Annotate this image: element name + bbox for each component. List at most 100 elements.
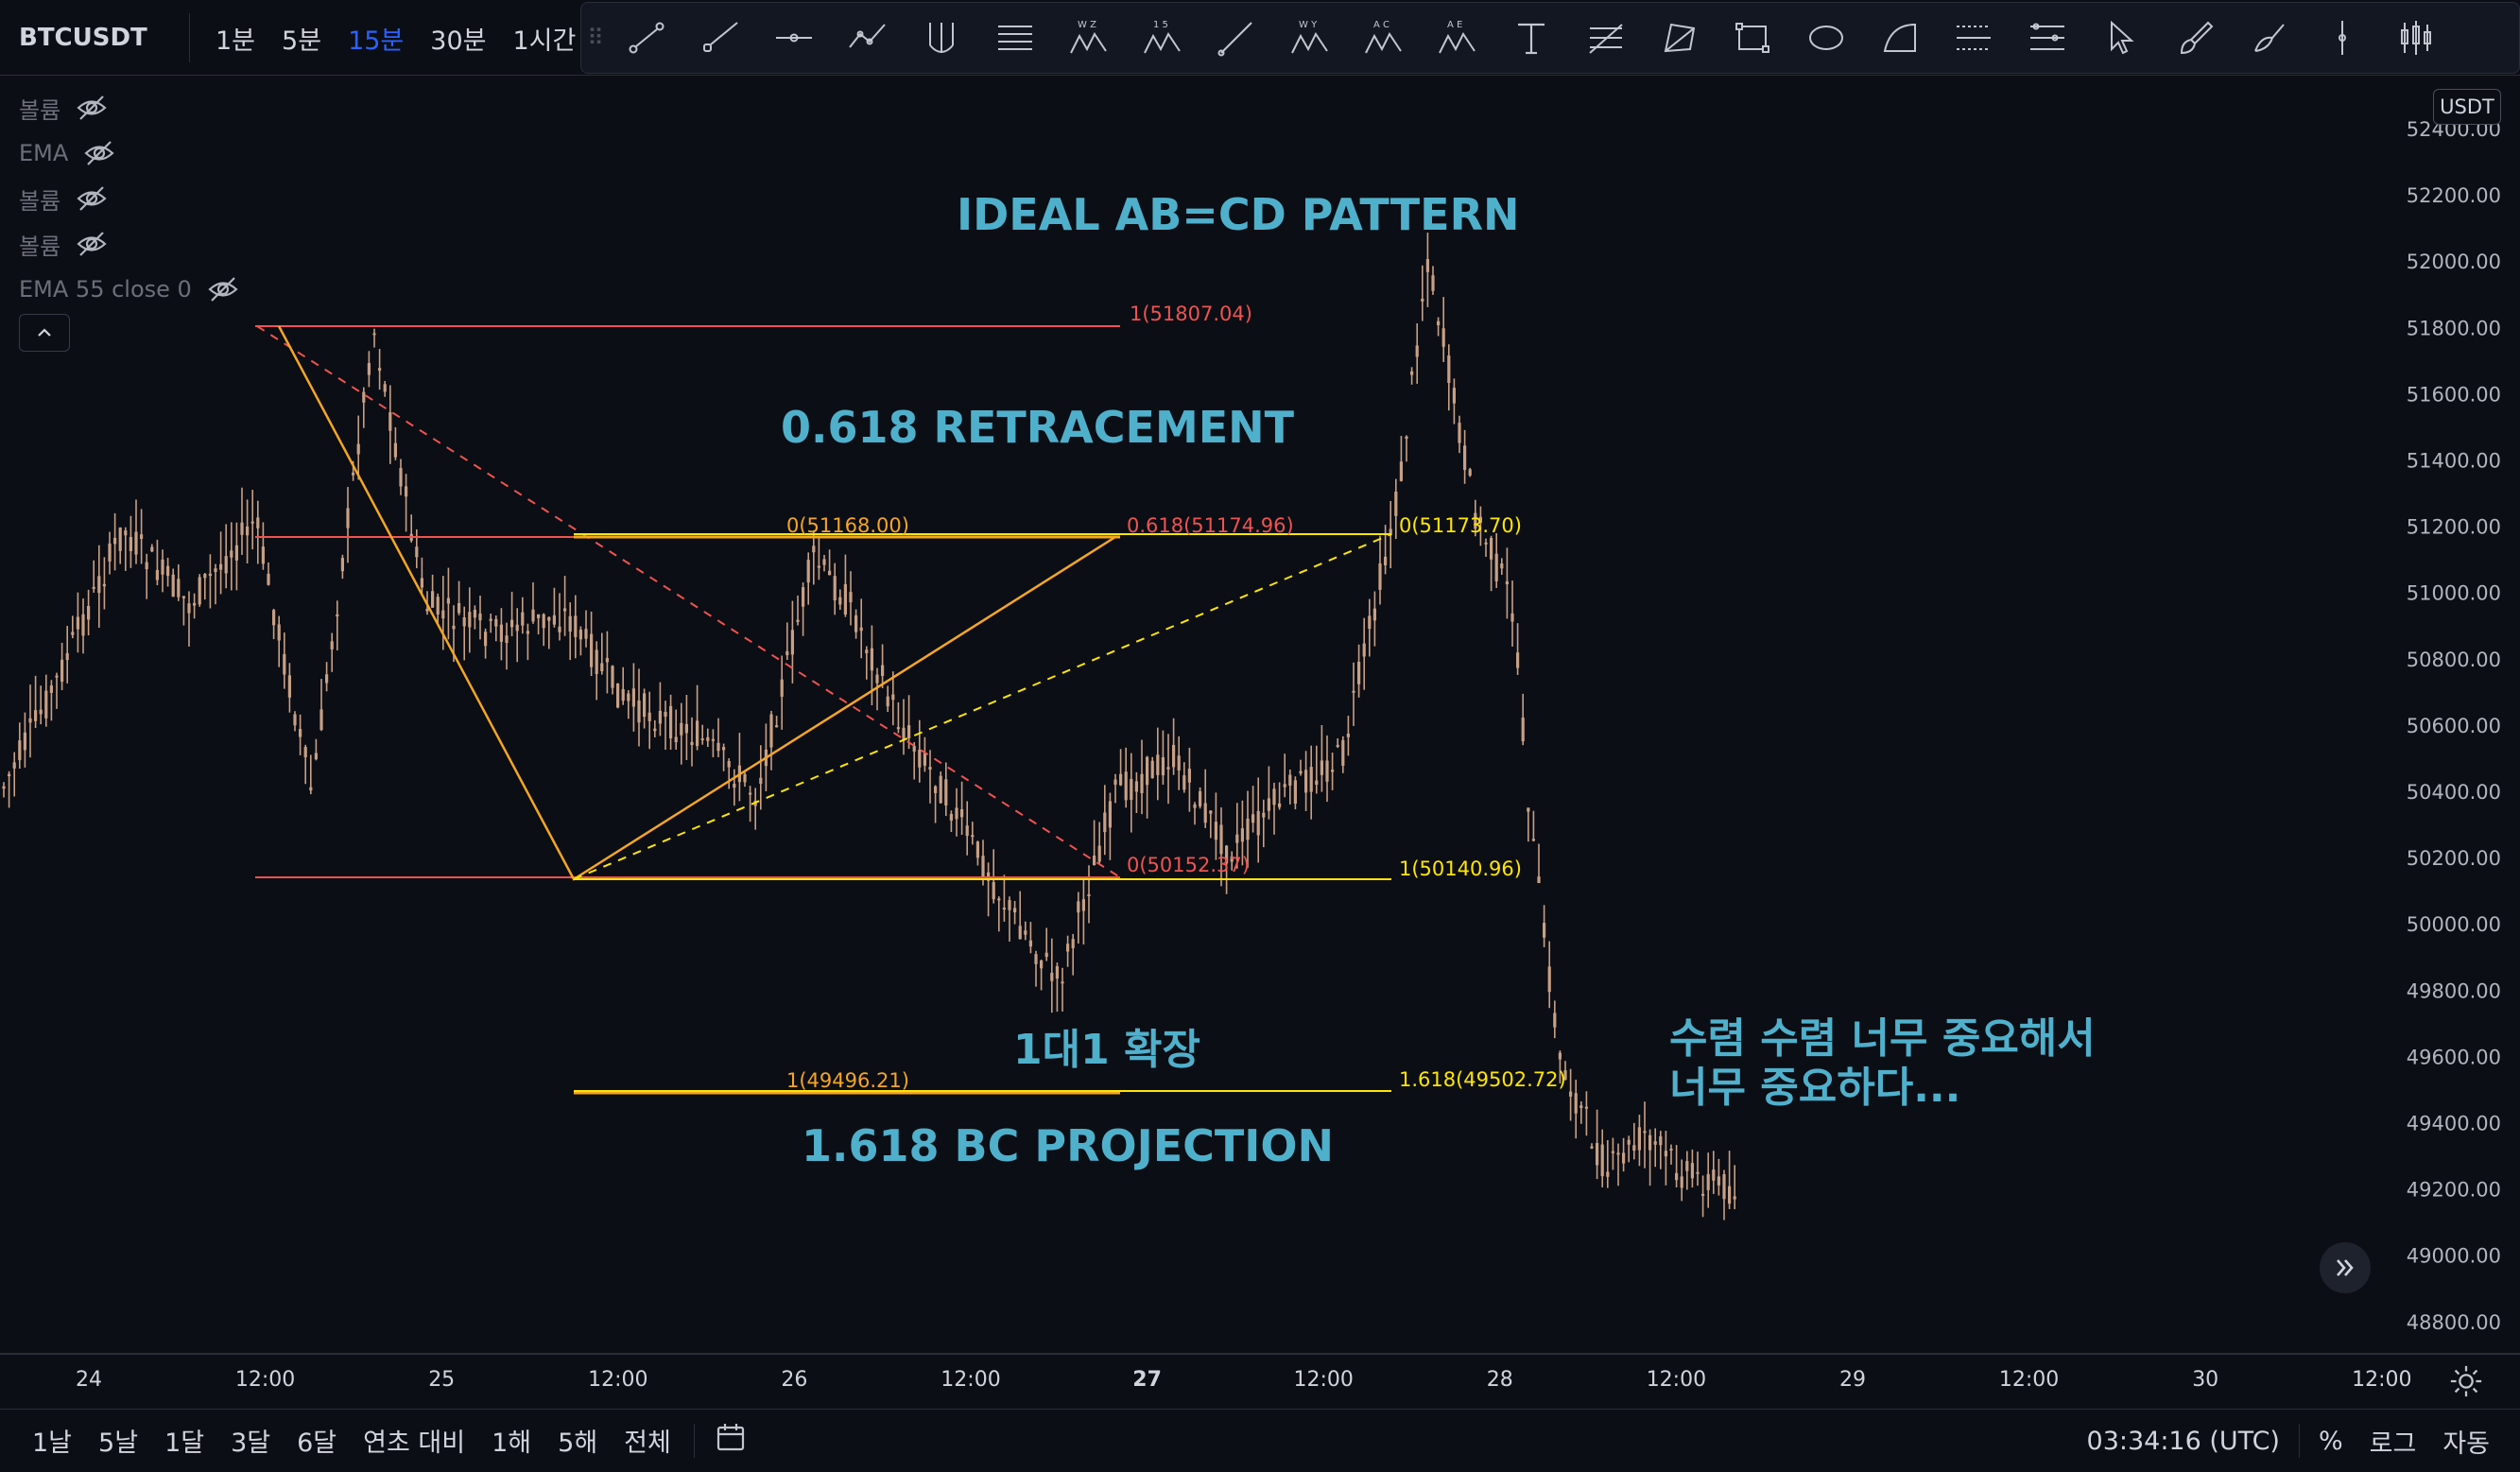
legend-collapse-button[interactable] [19, 314, 70, 352]
date-range-tab[interactable]: 1날 [19, 1422, 85, 1459]
text-tool[interactable] [1494, 2, 1568, 74]
candle-body [1150, 760, 1154, 779]
eye-hidden-icon[interactable] [76, 182, 108, 215]
candle-body [1637, 1127, 1641, 1151]
vertical-line-icon [2339, 21, 2346, 55]
currency-unit-badge[interactable]: USDT [2433, 89, 2501, 125]
candle-body [399, 467, 403, 487]
fib-channel-tool[interactable] [2011, 2, 2084, 74]
gear-icon[interactable] [2448, 1363, 2484, 1399]
clock-timezone[interactable]: 03:34:16 (UTC) [2074, 1427, 2293, 1456]
rectangle-tool[interactable] [1716, 2, 1789, 74]
parallel-channel-tool[interactable] [978, 2, 1052, 74]
fib-label: 0(51168.00) [786, 514, 909, 537]
price-chart[interactable]: 1(51807.04) 0(51168.00) 0.618(51174.96) … [0, 76, 2520, 1409]
candle-body [145, 562, 148, 570]
price-axis[interactable]: 52400.0052200.0052000.0051800.0051600.00… [2407, 118, 2501, 1334]
time-tick-label: 27 [1132, 1368, 1162, 1392]
trend-line-tool[interactable] [610, 2, 683, 74]
eye-hidden-icon[interactable] [76, 228, 108, 260]
polygon-tool[interactable] [1642, 2, 1716, 74]
interval-tab[interactable]: 30분 [417, 20, 499, 57]
candle-body [140, 534, 144, 539]
interval-tab[interactable]: 1분 [202, 20, 268, 57]
candle-body [150, 546, 154, 552]
interval-tab[interactable]: 5분 [268, 20, 335, 57]
ray-tool[interactable] [683, 2, 757, 74]
horizontal-ray-tool[interactable] [757, 2, 831, 74]
vertical-line-tool[interactable] [2305, 2, 2379, 74]
cursor-tool[interactable] [2084, 2, 2158, 74]
candle-body [1468, 469, 1472, 476]
candle-body [790, 630, 794, 655]
candle-body [393, 442, 397, 458]
candle-body [1378, 563, 1382, 590]
date-range-tab[interactable]: 5해 [544, 1422, 611, 1459]
interval-tab[interactable]: 15분 [335, 20, 417, 57]
fib-retracement-tool[interactable] [1568, 2, 1642, 74]
path-tool[interactable] [831, 2, 905, 74]
line-tool[interactable] [1200, 2, 1273, 74]
candle-body [521, 612, 525, 626]
scroll-to-realtime-button[interactable] [2320, 1242, 2371, 1293]
elliott-wxyz-tool[interactable]: W Z [1052, 2, 1126, 74]
drag-handle-icon[interactable]: ⠿ [581, 2, 610, 74]
candle-body [1209, 810, 1213, 814]
candle-body [219, 563, 223, 570]
date-range-tab[interactable]: 3달 [217, 1422, 284, 1459]
eye-hidden-icon[interactable] [83, 137, 115, 169]
candle-body [283, 653, 286, 675]
candle-body [388, 412, 392, 431]
pitchfork-tool[interactable] [905, 2, 978, 74]
elliott-wxy-tool[interactable]: W Y [1273, 2, 1347, 74]
candle-body [60, 659, 64, 683]
legend-row[interactable]: 볼륨 [19, 176, 239, 221]
legend-row[interactable]: EMA 55 close 0 [19, 267, 239, 312]
log-scale-toggle[interactable]: 로그 [2356, 1423, 2430, 1460]
date-range-tab[interactable]: 전체 [611, 1422, 684, 1459]
legend-row[interactable]: 볼륨 [19, 85, 239, 130]
date-range-tab[interactable]: 6달 [284, 1422, 350, 1459]
auto-scale-toggle[interactable]: 자동 [2429, 1423, 2503, 1460]
arc-tool[interactable] [1863, 2, 1937, 74]
price-tick-label: 51000.00 [2407, 582, 2501, 605]
symbol-name[interactable]: BTCUSDT [19, 0, 147, 76]
time-axis[interactable]: 24 12:00 25 12:00 26 12:00 27 12:00 28 12:00 29 12:… [76, 1368, 2412, 1392]
calendar-goto-button[interactable] [700, 1420, 761, 1461]
candle-body [44, 690, 48, 719]
price-tick-label: 50000.00 [2407, 913, 2501, 936]
elliott-ae-tool[interactable]: A E [1421, 2, 1494, 74]
candle-body [711, 738, 715, 741]
highlighter-tool[interactable] [2232, 2, 2305, 74]
date-range-tab[interactable]: 1해 [478, 1422, 544, 1459]
brush-tool[interactable] [2158, 2, 2232, 74]
date-range-tab[interactable]: 5날 [85, 1422, 151, 1459]
candle-body [1664, 1151, 1667, 1157]
legend-row[interactable]: 볼륨 [19, 221, 239, 267]
price-tick-label: 51400.00 [2407, 450, 2501, 473]
candle-body [362, 391, 366, 403]
candle-body [1288, 774, 1292, 787]
ellipse-tool[interactable] [1789, 2, 1863, 74]
candle-body [1606, 1171, 1610, 1177]
elliott-abc-tool[interactable]: A C [1347, 2, 1421, 74]
candle-body [230, 550, 233, 558]
eye-hidden-icon[interactable] [76, 92, 108, 124]
percent-scale-toggle[interactable]: % [2305, 1427, 2356, 1456]
candle-body [934, 786, 938, 793]
elliott-15-tool[interactable]: 1 5 [1126, 2, 1200, 74]
price-tick-label: 48800.00 [2407, 1311, 2501, 1334]
candle-body [87, 605, 91, 620]
interval-tab[interactable]: 1시간 [499, 20, 589, 57]
candles-tool[interactable] [2379, 2, 2453, 74]
date-range-tab[interactable]: 1달 [151, 1422, 217, 1459]
fib-extension-tool[interactable] [1937, 2, 2011, 74]
legend-row[interactable]: EMA [19, 130, 239, 176]
eye-hidden-icon[interactable] [207, 273, 239, 305]
date-range-tab[interactable]: 연초 대비 [350, 1422, 478, 1459]
line-icon [1217, 22, 1252, 57]
candle-body [372, 333, 376, 336]
time-tick-label: 12:00 [588, 1368, 647, 1392]
fib-label: 1.618(49502.72) [1399, 1068, 1566, 1091]
candle-body [1574, 1093, 1578, 1114]
